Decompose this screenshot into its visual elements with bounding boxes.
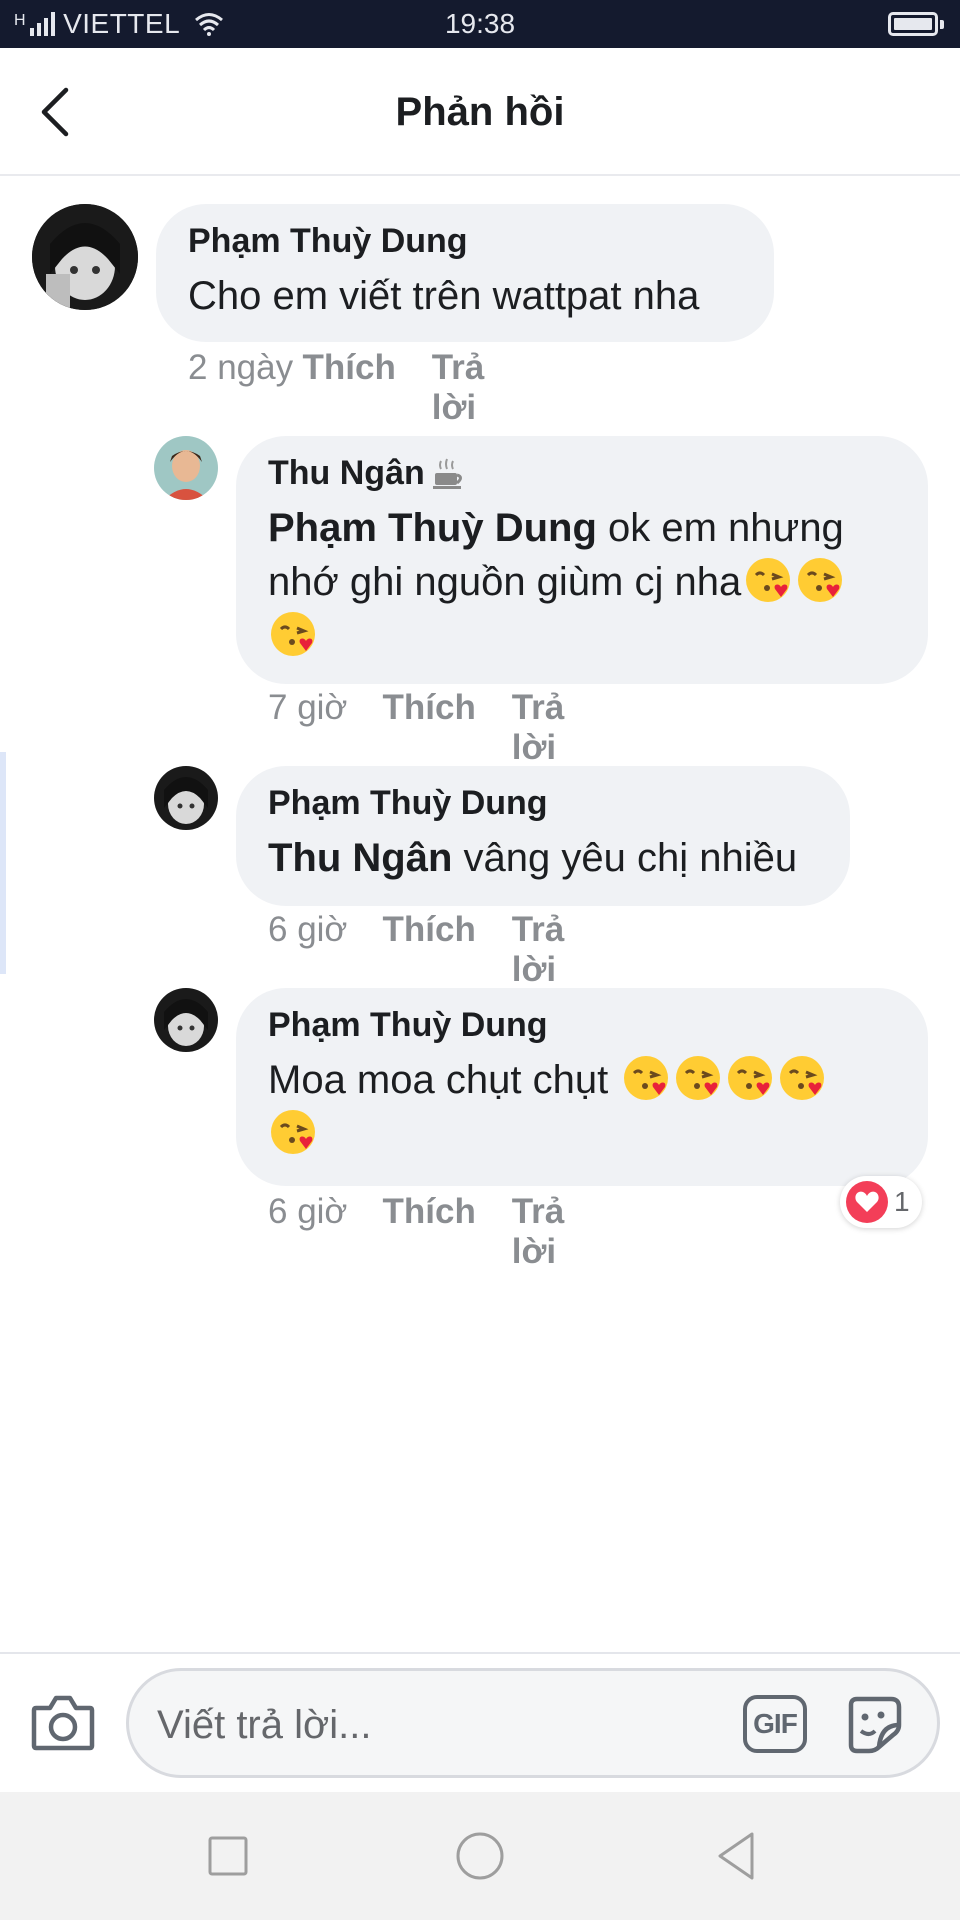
comment-author[interactable]: Phạm Thuỳ Dung bbox=[268, 1006, 896, 1045]
highlight-indicator bbox=[0, 752, 6, 974]
camera-icon[interactable] bbox=[30, 1692, 96, 1752]
face-blowing-kiss-emoji bbox=[271, 612, 315, 656]
comment-text-part: Moa moa chụt chụt bbox=[268, 1058, 620, 1102]
status-bar: H VIETTEL 19:38 bbox=[0, 0, 960, 48]
avatar[interactable] bbox=[32, 204, 138, 310]
header: Phản hồi bbox=[0, 48, 960, 176]
reply-button[interactable]: Trả lời bbox=[512, 1192, 604, 1272]
reply-button[interactable]: Trả lời bbox=[432, 348, 524, 428]
face-blowing-kiss-emoji bbox=[624, 1056, 669, 1100]
comment-text-part: ok em nhưng bbox=[596, 506, 844, 550]
comment-bubble[interactable]: Phạm Thuỳ Dung Cho em viết trên wattpat … bbox=[156, 204, 774, 342]
face-blowing-kiss-emoji bbox=[728, 1056, 773, 1100]
reply-input-placeholder: Viết trả lời... bbox=[157, 1703, 372, 1747]
face-blowing-kiss-emoji bbox=[271, 1110, 315, 1154]
comment-time: 7 giờ bbox=[268, 688, 348, 727]
comment-time: 6 giờ bbox=[268, 1192, 348, 1231]
battery-icon bbox=[888, 12, 944, 36]
comment-text-part: vâng yêu chị nhiều bbox=[452, 836, 798, 880]
face-blowing-kiss-emoji bbox=[746, 558, 791, 602]
face-blowing-kiss-emoji bbox=[798, 558, 843, 602]
reply-button[interactable]: Trả lời bbox=[512, 910, 604, 990]
avatar-image bbox=[154, 436, 218, 500]
comment-text: Cho em viết trên wattpat nha bbox=[188, 274, 700, 318]
reply-button[interactable]: Trả lời bbox=[512, 688, 604, 768]
comment-bubble[interactable]: Phạm Thuỳ Dung Moa moa chụt chụt bbox=[236, 988, 928, 1186]
reaction-count: 1 bbox=[894, 1186, 910, 1217]
avatar[interactable] bbox=[154, 988, 218, 1052]
face-blowing-kiss-emoji bbox=[676, 1056, 721, 1100]
comment-author[interactable]: Phạm Thuỳ Dung bbox=[188, 222, 742, 261]
page-title: Phản hồi bbox=[395, 90, 565, 134]
mention-link[interactable]: Phạm Thuỳ Dung bbox=[268, 506, 597, 550]
comment-actions: 6 giờ Thích Trả lời bbox=[268, 1192, 604, 1272]
home-icon[interactable] bbox=[448, 1824, 512, 1888]
avatar[interactable] bbox=[154, 766, 218, 830]
like-button[interactable]: Thích bbox=[383, 1192, 512, 1272]
sticker-icon[interactable] bbox=[841, 1691, 907, 1757]
comment-text-part: nhớ ghi nguồn giùm cj nha bbox=[268, 560, 742, 604]
comment-time: 6 giờ bbox=[268, 910, 348, 949]
comment-text: Moa moa chụt chụt bbox=[268, 1053, 896, 1161]
avatar-image bbox=[154, 988, 218, 1052]
avatar[interactable] bbox=[154, 436, 218, 500]
reply-composer: Viết trả lời... GIF bbox=[0, 1652, 960, 1792]
comment-author[interactable]: Thu Ngân bbox=[268, 454, 425, 493]
like-button[interactable]: Thích bbox=[303, 348, 432, 428]
recent-apps-icon[interactable] bbox=[196, 1824, 260, 1888]
comment-text: Thu Ngân vâng yêu chị nhiều bbox=[268, 831, 818, 885]
like-button[interactable]: Thích bbox=[383, 910, 512, 990]
heart-icon bbox=[846, 1181, 888, 1223]
comment-author[interactable]: Phạm Thuỳ Dung bbox=[268, 784, 818, 823]
comment-bubble[interactable]: Phạm Thuỳ Dung Thu Ngân vâng yêu chị nhi… bbox=[236, 766, 850, 906]
reaction-summary[interactable]: 1 bbox=[840, 1176, 922, 1228]
comment-actions: 2 ngày Thích Trả lời bbox=[188, 348, 524, 428]
reply-input[interactable]: Viết trả lời... GIF bbox=[126, 1668, 940, 1778]
comment-time: 2 ngày bbox=[188, 348, 294, 387]
system-nav-bar bbox=[0, 1792, 960, 1920]
comment-actions: 7 giờ Thích Trả lời bbox=[268, 688, 604, 768]
mention-link[interactable]: Thu Ngân bbox=[268, 836, 452, 880]
gif-button[interactable]: GIF bbox=[743, 1695, 807, 1753]
comment-bubble[interactable]: Thu Ngân Phạm Thuỳ Dung ok em nhưng nhớ … bbox=[236, 436, 928, 684]
face-blowing-kiss-emoji bbox=[780, 1056, 825, 1100]
like-button[interactable]: Thích bbox=[383, 688, 512, 768]
clock: 19:38 bbox=[444, 8, 516, 39]
coffee-cup-icon bbox=[432, 458, 462, 489]
back-triangle-icon[interactable] bbox=[706, 1824, 770, 1888]
comment-actions: 6 giờ Thích Trả lời bbox=[268, 910, 604, 990]
avatar-image bbox=[32, 204, 138, 310]
comment-author-row: Thu Ngân bbox=[268, 454, 896, 493]
comment-text: Phạm Thuỳ Dung ok em nhưng nhớ ghi nguồn… bbox=[268, 501, 896, 663]
avatar-image bbox=[154, 766, 218, 830]
